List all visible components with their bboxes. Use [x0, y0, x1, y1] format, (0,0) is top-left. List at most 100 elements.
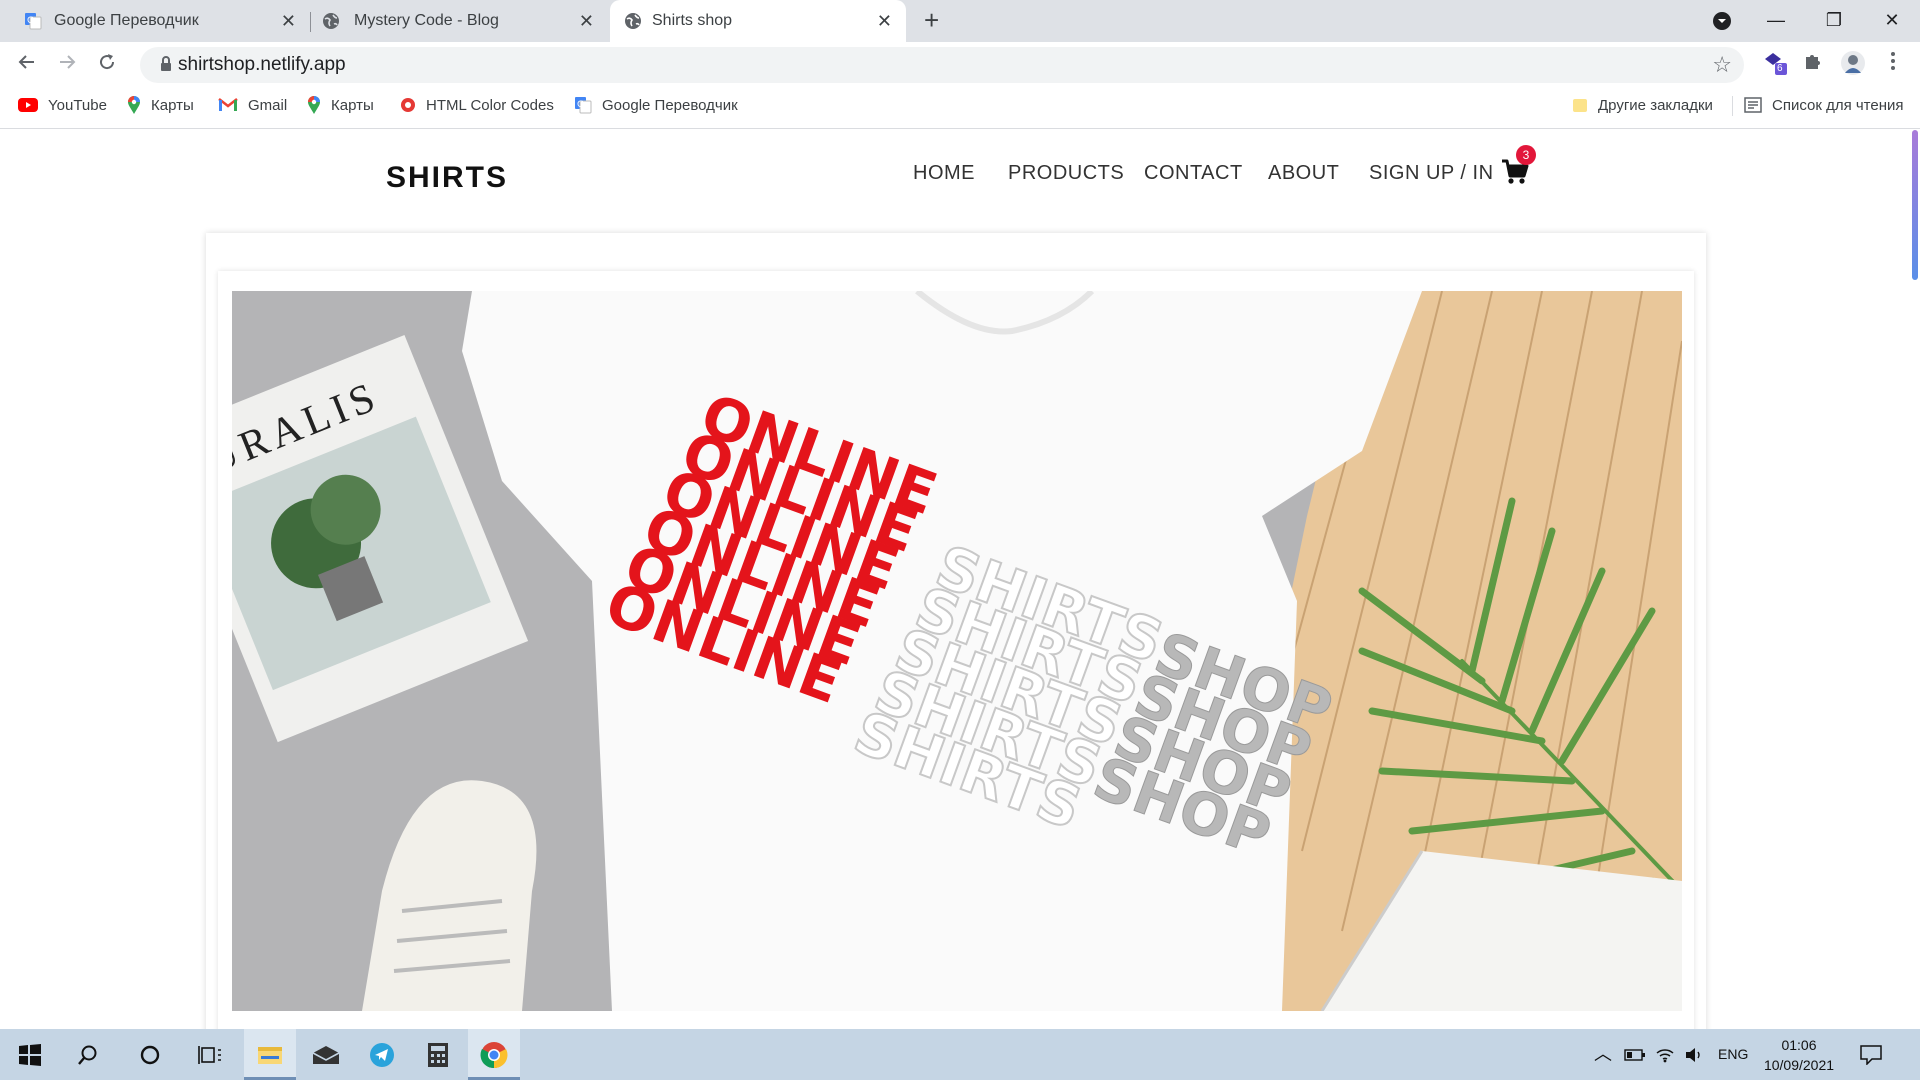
tab-google-translate[interactable]: G Google Переводчик ✕ — [0, 0, 310, 42]
web-page: SHIRTS HOME PRODUCTS CONTACT ABOUT SIGN … — [0, 129, 1908, 1029]
windows-taskbar: ︿ ENG 01:06 10/09/2021 — [0, 1029, 1920, 1080]
input-language[interactable]: ENG — [1718, 1029, 1748, 1080]
reading-list-button[interactable]: Список для чтения — [1744, 88, 1904, 124]
gmail-icon — [218, 98, 238, 112]
color-codes-icon — [401, 98, 415, 113]
tab-close-icon[interactable]: ✕ — [579, 0, 594, 42]
extension-diamond-icon — [1765, 53, 1787, 75]
bookmark-maps[interactable]: Карты — [127, 88, 194, 124]
battery-icon[interactable] — [1624, 1029, 1646, 1080]
bookmark-label: Google Переводчик — [602, 97, 738, 114]
clock-date: 10/09/2021 — [1763, 1057, 1835, 1073]
reload-icon — [100, 54, 115, 70]
tab-separator — [310, 12, 311, 32]
wifi-icon[interactable] — [1655, 1029, 1675, 1080]
url-text[interactable]: shirtshop.netlify.app — [178, 47, 346, 83]
reading-list-label: Список для чтения — [1772, 97, 1904, 114]
nav-about[interactable]: ABOUT — [1268, 162, 1339, 185]
forward-button[interactable] — [52, 50, 82, 80]
mail-icon — [312, 1045, 340, 1064]
close-window-button[interactable]: ✕ — [1872, 0, 1912, 42]
folder-icon — [258, 1046, 282, 1064]
chrome-icon — [480, 1041, 508, 1068]
chrome-taskbar-button[interactable] — [468, 1029, 520, 1080]
hero-card-inner: TURALIS ONLINE ONLINE ONLINE ONLINE ONLI… — [218, 271, 1694, 1029]
hero-card: TURALIS ONLINE ONLINE ONLINE ONLINE ONLI… — [206, 233, 1706, 1029]
hero-illustration: TURALIS ONLINE ONLINE ONLINE ONLINE ONLI… — [232, 291, 1682, 1011]
globe-icon — [625, 13, 641, 29]
chrome-menu-button[interactable] — [1878, 50, 1908, 80]
restore-button[interactable]: ❐ — [1814, 0, 1854, 42]
clock-time: 01:06 — [1781, 1037, 1817, 1053]
other-bookmarks-label: Другие закладки — [1598, 97, 1713, 114]
telegram-button[interactable] — [356, 1029, 408, 1080]
calculator-button[interactable] — [412, 1029, 464, 1080]
bookmark-gmail[interactable]: Gmail — [218, 88, 287, 124]
cart-count-badge: 3 — [1516, 145, 1536, 165]
bookmark-label: Gmail — [248, 97, 288, 114]
google-translate-icon: G — [25, 13, 42, 30]
maps-pin-icon — [128, 96, 140, 115]
tab-close-icon[interactable]: ✕ — [281, 0, 296, 42]
tab-shirts-shop[interactable]: Shirts shop ✕ — [610, 0, 906, 42]
puzzle-piece-icon — [1806, 55, 1820, 69]
other-bookmarks-folder[interactable]: Другие закладки — [1572, 88, 1713, 124]
task-view-icon — [198, 1045, 221, 1064]
notifications-button[interactable] — [1860, 1029, 1882, 1080]
bookmark-star-icon[interactable]: ☆ — [1712, 47, 1732, 83]
search-button[interactable] — [62, 1029, 114, 1080]
bookmark-label: YouTube — [48, 97, 107, 114]
youtube-icon — [18, 98, 38, 113]
reload-button[interactable] — [92, 50, 122, 80]
file-explorer-button[interactable] — [244, 1029, 296, 1080]
cortana-circle-icon — [140, 1045, 160, 1064]
new-tab-button[interactable]: + — [924, 0, 939, 42]
bookmark-maps-2[interactable]: Карты — [307, 88, 374, 124]
tab-close-icon[interactable]: ✕ — [877, 0, 892, 42]
arrow-left-icon — [18, 55, 34, 69]
address-bar[interactable]: shirtshop.netlify.app ☆ — [140, 47, 1744, 83]
bookmark-google-translate[interactable]: G Google Переводчик — [574, 88, 738, 124]
nav-contact[interactable]: CONTACT — [1144, 162, 1243, 185]
lock-icon — [161, 56, 171, 71]
extensions-menu-button[interactable] — [1798, 50, 1828, 80]
telegram-icon — [370, 1042, 394, 1067]
scrollbar-thumb[interactable] — [1912, 130, 1918, 280]
site-logo[interactable]: SHIRTS — [386, 161, 508, 195]
minimize-button[interactable]: — — [1756, 0, 1796, 42]
bookmark-label: Карты — [331, 97, 374, 114]
notification-speech-icon — [1860, 1045, 1882, 1067]
browser-toolbar: shirtshop.netlify.app ☆ 6 — [0, 42, 1920, 88]
bookmark-html-color-codes[interactable]: HTML Color Codes — [400, 88, 554, 124]
tab-strip: G Google Переводчик ✕ Mystery Code - Blo… — [0, 0, 1920, 42]
volume-icon[interactable] — [1684, 1029, 1704, 1080]
tab-search-button[interactable] — [1702, 0, 1742, 42]
mail-button[interactable] — [300, 1029, 352, 1080]
nav-home[interactable]: HOME — [913, 162, 975, 185]
nav-products[interactable]: PRODUCTS — [1008, 162, 1124, 185]
start-button[interactable] — [4, 1029, 56, 1080]
tab-mystery-code[interactable]: Mystery Code - Blog ✕ — [312, 0, 608, 42]
profile-button[interactable] — [1838, 50, 1868, 80]
chevron-down-circle-icon — [1713, 12, 1731, 31]
bookmark-youtube[interactable]: YouTube — [18, 88, 107, 124]
taskbar-clock[interactable]: 01:06 10/09/2021 — [1756, 1035, 1842, 1075]
svg-text:G: G — [577, 100, 584, 110]
bookmarks-bar: YouTube Карты Gmail Карты HTML Color Cod… — [0, 88, 1920, 129]
task-view-button[interactable] — [184, 1029, 236, 1080]
google-translate-icon: G — [575, 97, 592, 114]
back-button[interactable] — [12, 50, 42, 80]
avatar-icon — [1841, 51, 1865, 75]
tray-overflow-chevron-icon[interactable]: ︿ — [1594, 1029, 1612, 1080]
extension-button[interactable]: 6 — [1760, 50, 1790, 80]
arrow-right-icon — [60, 55, 76, 69]
nav-sign-up-in[interactable]: SIGN UP / IN — [1369, 162, 1494, 185]
extension-badge: 6 — [1777, 63, 1783, 74]
calculator-icon — [428, 1042, 448, 1067]
search-icon — [78, 1045, 97, 1065]
bookmark-label: Карты — [151, 97, 194, 114]
bookmark-label: HTML Color Codes — [426, 97, 554, 114]
tab-title: Shirts shop — [652, 12, 733, 29]
maps-pin-icon — [308, 96, 320, 115]
cortana-button[interactable] — [124, 1029, 176, 1080]
